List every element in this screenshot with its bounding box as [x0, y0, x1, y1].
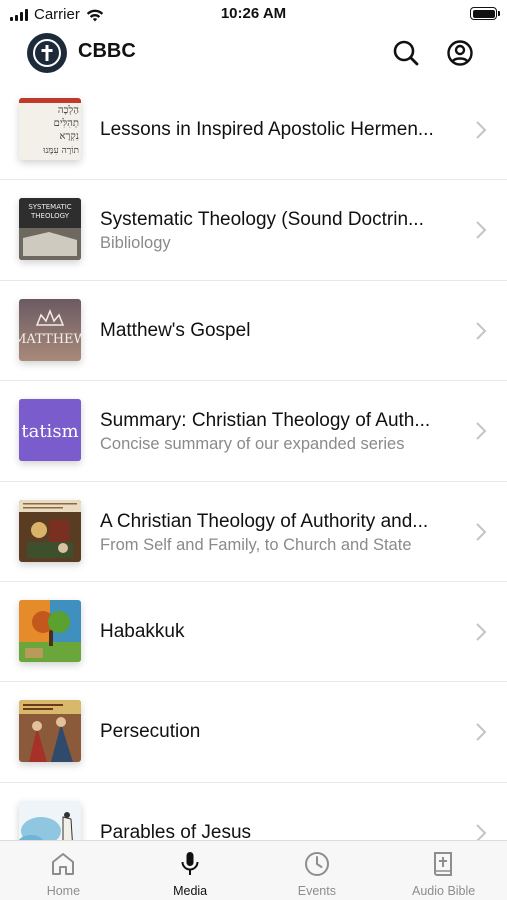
bible-book-icon	[433, 852, 452, 876]
chevron-right-icon	[476, 623, 487, 641]
thumb-hebrew-line: נִקְרָא	[59, 131, 79, 142]
thumb-cover-line: THEOLOGY	[30, 212, 70, 220]
list-item[interactable]: Habakkuk	[0, 582, 507, 683]
item-title: Summary: Christian Theology of Auth...	[100, 410, 431, 432]
list-item[interactable]: MATTHEW Matthew's Gospel	[0, 281, 507, 382]
item-title: Lessons in Inspired Apostolic Hermen...	[100, 119, 434, 140]
thumb-hebrew-line: תְהִלִּים	[54, 117, 79, 129]
list-item[interactable]: A Christian Theology of Authority and...…	[0, 482, 507, 582]
item-title: A Christian Theology of Authority and...	[100, 510, 429, 532]
tab-home[interactable]: Home	[0, 841, 127, 900]
tab-label: Media	[173, 884, 208, 898]
thumb-matthew-text: MATTHEW	[19, 332, 81, 347]
chevron-right-icon	[476, 522, 487, 541]
chevron-right-icon	[476, 221, 487, 240]
media-thumbnail: MATTHEW	[19, 298, 81, 361]
list-item[interactable]: SYSTEMATIC THEOLOGY Systematic Theology …	[0, 180, 507, 281]
thumb-tatism-text: tatism	[21, 421, 78, 442]
search-icon	[393, 40, 419, 66]
chevron-right-icon	[476, 121, 487, 139]
thumb-cover-line: SYSTEMATIC	[28, 203, 71, 211]
item-title: Habakkuk	[100, 620, 185, 642]
thumb-hebrew-line: הַלְכָה	[58, 104, 79, 116]
media-thumbnail: SYSTEMATIC THEOLOGY	[19, 198, 81, 261]
item-subtitle: Concise summary of our expanded series	[100, 435, 405, 454]
tab-media[interactable]: Media	[127, 841, 254, 900]
media-thumbnail: הַלְכָה תְהִלִּים נִקְרָא תוֹרָה עִמָּנו…	[19, 98, 81, 160]
account-button[interactable]	[445, 38, 475, 68]
status-bar: Carrier 10:26 AM	[0, 0, 507, 28]
clock-icon	[304, 852, 329, 876]
media-thumbnail	[19, 700, 81, 763]
search-button[interactable]	[391, 38, 421, 68]
microphone-icon	[181, 852, 199, 875]
media-list[interactable]: הַלְכָה תְהִלִּים נִקְרָא תוֹרָה עִמָּנו…	[0, 80, 507, 840]
item-title: Parables of Jesus	[100, 821, 252, 840]
thumb-hebrew-line: תוֹרָה עִמָּנוּ	[42, 146, 79, 156]
item-subtitle: Bibliology	[100, 234, 171, 253]
cross-logo-icon[interactable]	[27, 33, 67, 73]
list-item[interactable]: tatism Summary: Christian Theology of Au…	[0, 381, 507, 482]
account-circle-icon	[447, 40, 473, 66]
item-subtitle: From Self and Family, to Church and Stat…	[100, 535, 412, 554]
battery-icon	[470, 7, 500, 20]
home-icon	[52, 853, 75, 875]
tab-bar: Home Media Events Audio Bible	[0, 840, 507, 900]
list-item[interactable]: Persecution	[0, 682, 507, 783]
media-thumbnail	[19, 499, 81, 562]
tab-audio-bible[interactable]: Audio Bible	[380, 841, 507, 900]
media-thumbnail: tatism	[19, 399, 81, 462]
chevron-right-icon	[476, 322, 487, 340]
item-title: Persecution	[100, 721, 201, 743]
chevron-right-icon	[476, 723, 487, 742]
list-item[interactable]: Parables of Jesus	[0, 783, 507, 840]
media-thumbnail	[19, 800, 81, 840]
tab-label: Events	[297, 884, 336, 898]
app-header: CBBC	[0, 28, 507, 80]
item-title: Matthew's Gospel	[100, 319, 251, 341]
tab-label: Home	[46, 884, 81, 898]
media-thumbnail	[19, 599, 81, 662]
app-title: CBBC	[78, 40, 136, 62]
chevron-right-icon	[476, 824, 487, 840]
status-time: 10:26 AM	[220, 5, 287, 22]
item-title: Systematic Theology (Sound Doctrin...	[100, 209, 424, 231]
battery-fill	[472, 9, 495, 18]
tab-events[interactable]: Events	[254, 841, 381, 900]
list-item[interactable]: הַלְכָה תְהִלִּים נִקְרָא תוֹרָה עִמָּנו…	[0, 80, 507, 181]
chevron-right-icon	[476, 422, 487, 440]
tab-label: Audio Bible	[412, 884, 476, 898]
